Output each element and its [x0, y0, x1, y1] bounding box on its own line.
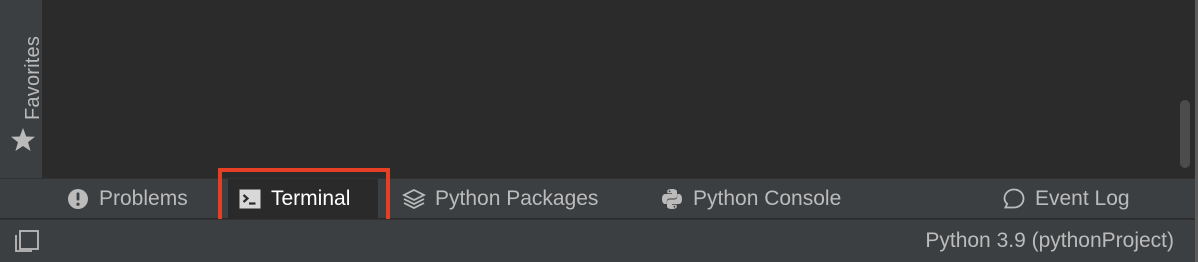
layers-icon — [402, 188, 426, 210]
problems-icon — [68, 189, 88, 209]
ide-window: Favorites Problems Terminal Python Packa… — [0, 0, 1198, 262]
tab-label: Python Console — [693, 187, 842, 210]
terminal-icon — [239, 189, 261, 209]
python-interpreter-indicator[interactable]: Python 3.9 (pythonProject) — [925, 220, 1174, 262]
favorites-label[interactable]: Favorites — [22, 36, 45, 120]
tool-window-bar: Problems Terminal Python Packages Python… — [0, 178, 1198, 219]
tab-terminal[interactable]: Terminal — [228, 179, 378, 219]
tab-label: Terminal — [271, 187, 351, 210]
tab-event-log[interactable]: Event Log — [1002, 179, 1130, 219]
tab-python-console[interactable]: Python Console — [660, 179, 841, 219]
speech-bubble-icon — [1003, 188, 1025, 209]
tab-label: Problems — [99, 187, 188, 210]
toggle-tool-windows-icon[interactable] — [14, 229, 40, 253]
tab-problems[interactable]: Problems — [66, 179, 188, 219]
vertical-scrollbar[interactable] — [1180, 100, 1190, 168]
star-icon[interactable] — [9, 125, 37, 155]
python-icon — [662, 189, 682, 209]
terminal-output-area[interactable] — [43, 0, 1198, 178]
status-bar: Python 3.9 (pythonProject) — [0, 219, 1198, 262]
tab-python-packages[interactable]: Python Packages — [402, 179, 598, 219]
tab-label: Python Packages — [435, 187, 599, 210]
tab-label: Event Log — [1035, 187, 1130, 210]
favorites-strip[interactable]: Favorites — [0, 0, 45, 178]
